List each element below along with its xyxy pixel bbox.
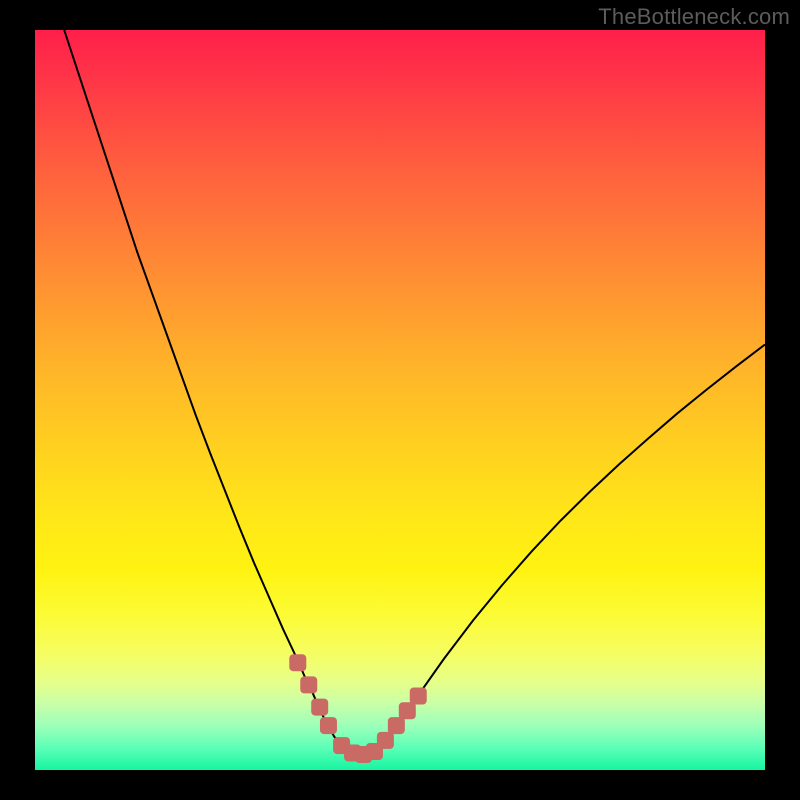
curve-markers <box>289 654 426 763</box>
marker-right-1 <box>377 732 394 749</box>
marker-left-3 <box>320 717 337 734</box>
marker-left-1 <box>300 676 317 693</box>
marker-right-3 <box>399 702 416 719</box>
marker-right-upper <box>410 688 427 705</box>
watermark-text: TheBottleneck.com <box>598 4 790 30</box>
chart-svg <box>35 30 765 770</box>
marker-left-upper <box>289 654 306 671</box>
marker-right-2 <box>388 717 405 734</box>
chart-frame: TheBottleneck.com <box>0 0 800 800</box>
bottleneck-curve <box>64 30 765 755</box>
marker-left-2 <box>311 699 328 716</box>
plot-area <box>35 30 765 770</box>
